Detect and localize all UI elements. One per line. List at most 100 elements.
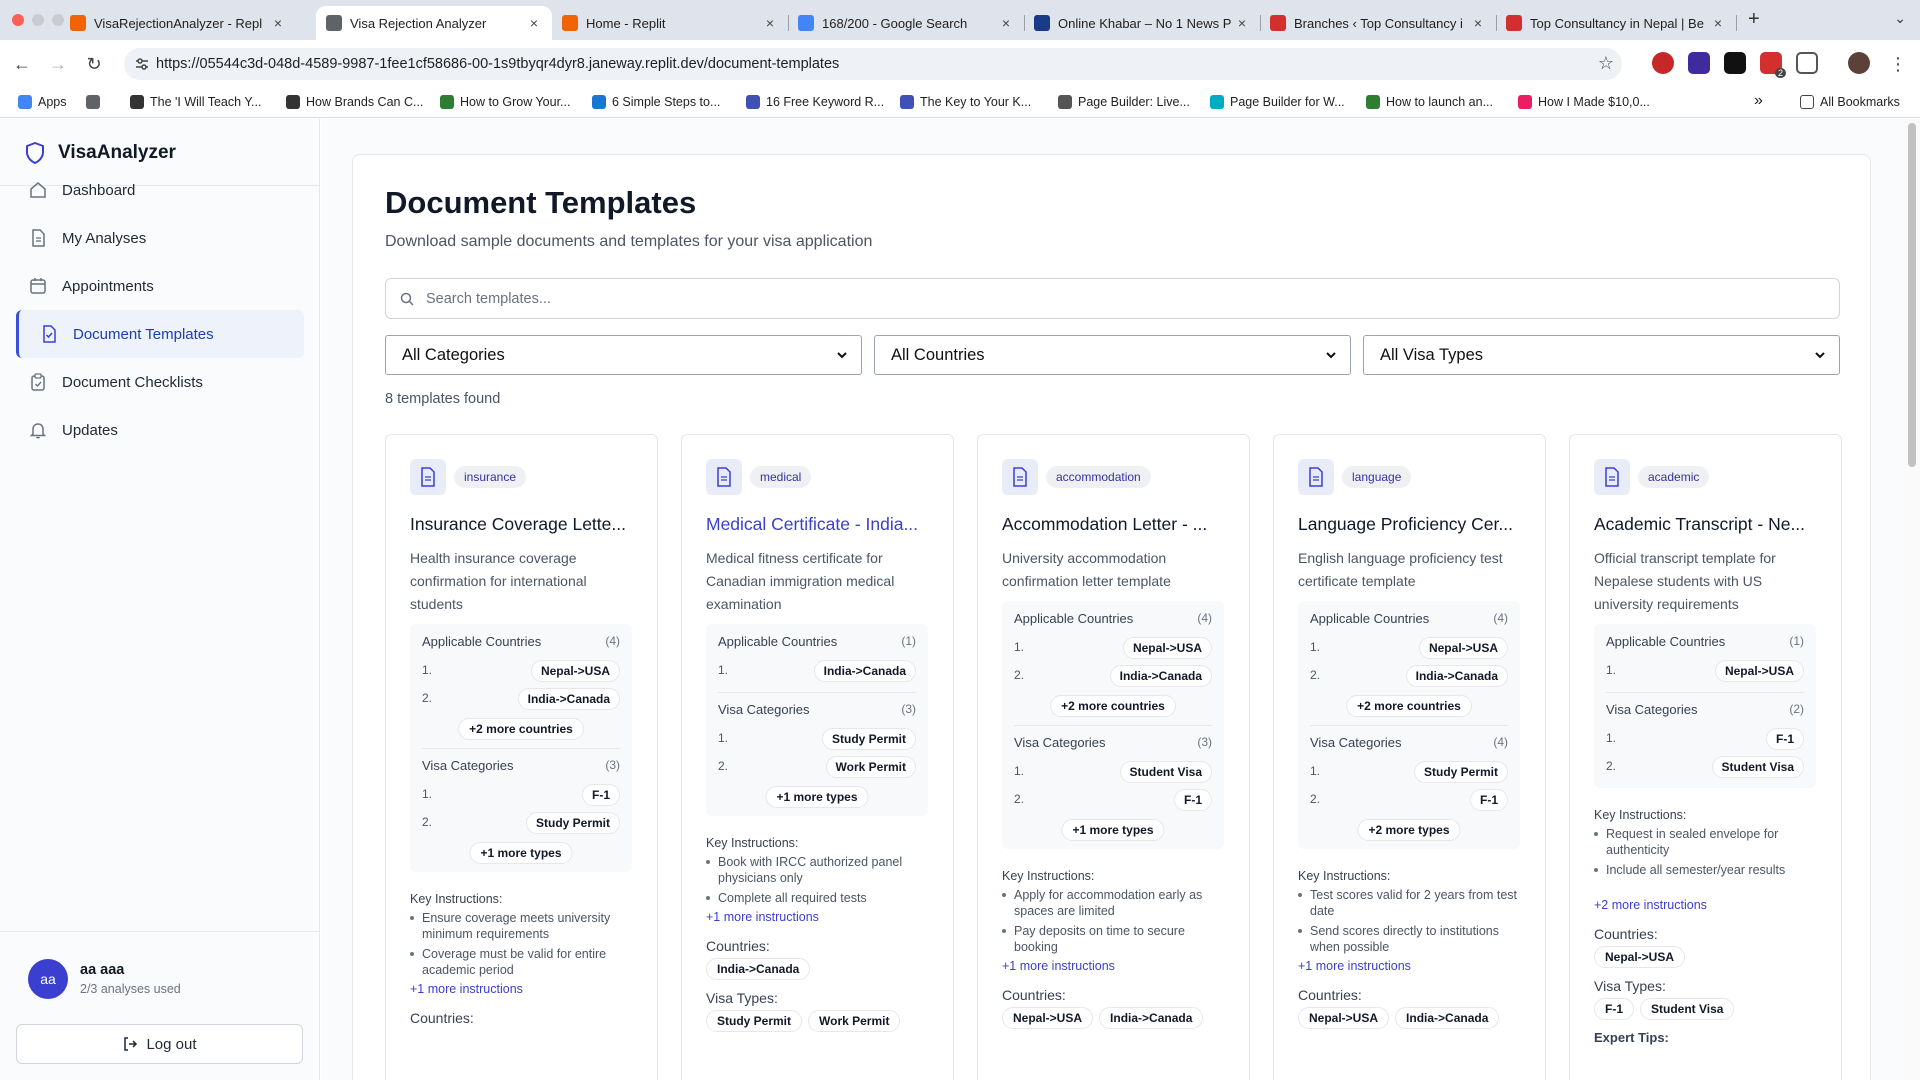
extension-chart-icon[interactable]	[1688, 52, 1710, 74]
extension-red-icon[interactable]	[1652, 52, 1674, 74]
browser-menu-icon[interactable]: ⋮	[1886, 52, 1910, 76]
bookmark-item[interactable]: 6 Simple Steps to...	[592, 95, 720, 109]
reload-icon[interactable]: ↻	[82, 52, 106, 76]
bookmark-item[interactable]: The 'I Will Teach Y...	[130, 95, 261, 109]
template-card[interactable]: insurance Insurance Coverage Lette... Heal…	[385, 434, 658, 1080]
sidebar-item-appointments[interactable]: Appointments	[16, 262, 304, 310]
country-filter-select[interactable]: All Countries	[874, 335, 1351, 375]
more-visa-types-button[interactable]: +1 more types	[469, 842, 573, 864]
search-placeholder: Search templates...	[426, 290, 551, 307]
brand-logo[interactable]: VisaAnalyzer	[24, 141, 176, 165]
extensions-puzzle-icon[interactable]	[1796, 52, 1818, 74]
browser-tab[interactable]: Top Consultancy in Nepal | Be ×	[1496, 6, 1737, 40]
browser-tab[interactable]: Visa Rejection Analyzer ×	[316, 6, 552, 40]
bookmark-item[interactable]: Page Builder for W...	[1210, 95, 1345, 109]
category-filter-select[interactable]: All Categories	[385, 335, 862, 375]
bookmark-item[interactable]: 16 Free Keyword R...	[746, 95, 884, 109]
close-icon[interactable]: ×	[1710, 15, 1726, 31]
bookmark-star-icon[interactable]: ☆	[1598, 53, 1614, 74]
tab-favicon-icon	[70, 15, 86, 31]
more-countries-button[interactable]: +2 more countries	[1050, 695, 1176, 717]
close-icon[interactable]: ×	[998, 15, 1014, 31]
browser-tab[interactable]: Branches ‹ Top Consultancy i ×	[1260, 6, 1497, 40]
close-window-button[interactable]	[12, 14, 24, 26]
instructions-list: Ensure coverage meets university minimum…	[410, 910, 632, 982]
more-instructions-link[interactable]: +1 more instructions	[1298, 959, 1411, 973]
metadata-divider	[1014, 725, 1212, 726]
bookmark-item[interactable]	[86, 95, 106, 109]
bookmark-item[interactable]: How to launch an...	[1366, 95, 1493, 109]
more-visa-types-button[interactable]: +1 more types	[1061, 819, 1165, 841]
close-icon[interactable]: ×	[270, 15, 286, 31]
address-bar[interactable]: https://05544c3d-048d-4589-9987-1fee1cf5…	[124, 48, 1622, 80]
list-number: 1.	[718, 663, 729, 677]
main-content: Document Templates Download sample docum…	[321, 119, 1904, 1080]
sidebar-item-document-checklists[interactable]: Document Checklists	[16, 358, 304, 406]
logout-button[interactable]: Log out	[16, 1024, 303, 1064]
page-scrollbar[interactable]	[1904, 119, 1920, 1080]
forward-arrow-icon[interactable]: →	[46, 52, 70, 76]
more-visa-types-button[interactable]: +2 more types	[1357, 819, 1461, 841]
instruction-item: Complete all required tests	[706, 890, 928, 906]
sidebar-divider	[0, 931, 320, 932]
template-card[interactable]: academic Academic Transcript - Ne... Offic…	[1569, 434, 1842, 1080]
extension-fx-icon[interactable]	[1724, 52, 1746, 74]
search-input[interactable]: Search templates...	[385, 278, 1840, 319]
template-card[interactable]: language Language Proficiency Cer... Engli…	[1273, 434, 1546, 1080]
minimize-window-button[interactable]	[32, 14, 44, 26]
bookmark-item[interactable]: Page Builder: Live...	[1058, 95, 1190, 109]
browser-tab[interactable]: Home - Replit ×	[552, 6, 789, 40]
visa-type-filter-select[interactable]: All Visa Types	[1363, 335, 1840, 375]
tab-search-chevron-icon[interactable]: ⌄	[1894, 10, 1906, 27]
category-badge: language	[1342, 466, 1412, 488]
template-title[interactable]: Accommodation Letter - ...	[1002, 514, 1230, 535]
template-title[interactable]: Medical Certificate - India...	[706, 514, 934, 535]
sidebar-item-updates[interactable]: Updates	[16, 406, 304, 454]
new-tab-button[interactable]: +	[1748, 8, 1760, 31]
more-visa-types-button[interactable]: +1 more types	[765, 786, 869, 808]
close-icon[interactable]: ×	[762, 15, 778, 31]
close-icon[interactable]: ×	[526, 15, 542, 31]
more-instructions-link[interactable]: +1 more instructions	[410, 982, 523, 996]
profile-avatar-icon[interactable]	[1848, 52, 1870, 74]
extension-badge-icon[interactable]: 2	[1760, 52, 1786, 78]
browser-tab[interactable]: VisaRejectionAnalyzer - Repl ×	[60, 6, 296, 40]
sidebar-item-dashboard[interactable]: Dashboard	[16, 166, 304, 214]
back-arrow-icon[interactable]: ←	[10, 52, 34, 76]
template-title[interactable]: Language Proficiency Cer...	[1298, 514, 1526, 535]
template-title[interactable]: Academic Transcript - Ne...	[1594, 514, 1822, 535]
tab-title: Online Khabar – No 1 News P	[1058, 15, 1232, 31]
close-icon[interactable]: ×	[1470, 15, 1486, 31]
browser-tab[interactable]: 168/200 - Google Search ×	[788, 6, 1025, 40]
close-icon[interactable]: ×	[1234, 15, 1250, 31]
list-number: 1.	[422, 663, 433, 677]
more-instructions-link[interactable]: +1 more instructions	[706, 910, 819, 924]
sidebar-item-document-templates[interactable]: Document Templates	[16, 310, 304, 358]
apps-bookmark[interactable]: Apps	[18, 95, 67, 109]
visa-types-field-label: Visa Types:	[1594, 978, 1666, 994]
bookmarks-overflow-chevron[interactable]: »	[1754, 92, 1763, 110]
more-instructions-link[interactable]: +2 more instructions	[1594, 898, 1707, 912]
bookmark-label: 6 Simple Steps to...	[612, 95, 721, 109]
bookmark-item[interactable]: The Key to Your K...	[900, 95, 1031, 109]
template-card[interactable]: medical Medical Certificate - India... Med…	[681, 434, 954, 1080]
bookmark-favicon-icon	[1210, 95, 1224, 109]
bookmark-item[interactable]: How I Made $10,0...	[1518, 95, 1650, 109]
calendar-icon	[30, 278, 46, 294]
site-settings-icon[interactable]	[134, 56, 150, 72]
more-countries-button[interactable]: +2 more countries	[1346, 695, 1472, 717]
folder-icon	[1800, 95, 1814, 109]
more-instructions-link[interactable]: +1 more instructions	[1002, 959, 1115, 973]
all-bookmarks-folder[interactable]: All Bookmarks	[1800, 95, 1900, 109]
bookmark-item[interactable]: How Brands Can C...	[286, 95, 423, 109]
template-card[interactable]: accommodation Accommodation Letter - ... U…	[977, 434, 1250, 1080]
scrollbar-thumb[interactable]	[1908, 123, 1916, 467]
sidebar-item-my-analyses[interactable]: My Analyses	[16, 214, 304, 262]
avatar[interactable]: aa	[28, 959, 68, 999]
country-chip: Nepal->USA	[1594, 946, 1686, 968]
browser-tab[interactable]: Online Khabar – No 1 News P ×	[1024, 6, 1261, 40]
more-countries-button[interactable]: +2 more countries	[458, 718, 584, 740]
bookmark-item[interactable]: How to Grow Your...	[440, 95, 570, 109]
applicable-countries-label: Applicable Countries	[1606, 634, 1726, 649]
template-title[interactable]: Insurance Coverage Lette...	[410, 514, 638, 535]
